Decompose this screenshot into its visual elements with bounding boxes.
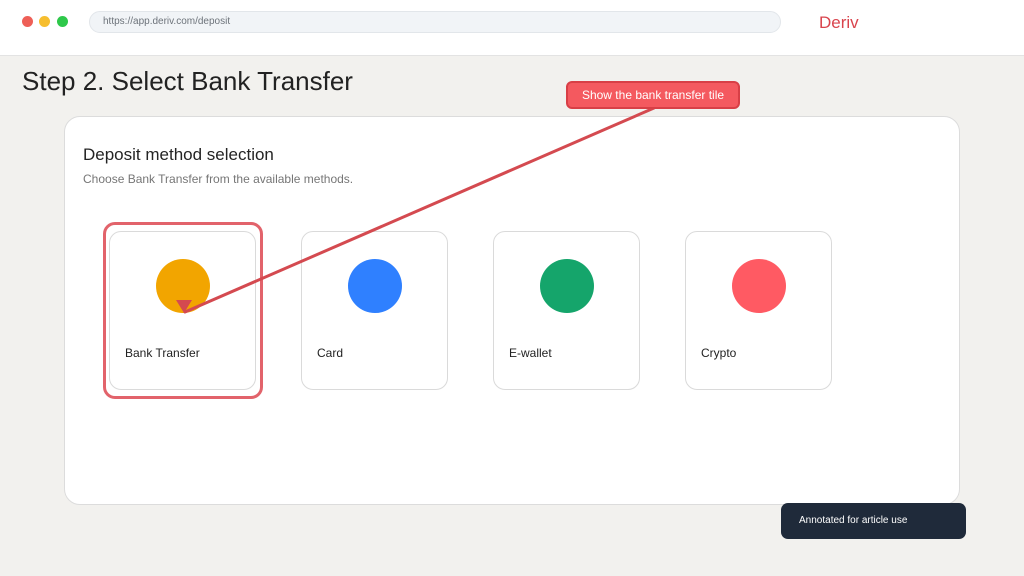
window-close-dot[interactable] bbox=[22, 16, 33, 27]
method-tile-bank-transfer[interactable]: Bank Transfer bbox=[109, 231, 256, 390]
method-label: Bank Transfer bbox=[125, 346, 200, 360]
window-maximize-dot[interactable] bbox=[57, 16, 68, 27]
panel-title: Deposit method selection bbox=[83, 145, 274, 164]
bank-transfer-icon bbox=[156, 259, 210, 313]
window-minimize-dot[interactable] bbox=[39, 16, 50, 27]
crypto-icon bbox=[732, 259, 786, 313]
method-tile-e-wallet[interactable]: E-wallet bbox=[493, 231, 640, 390]
method-label: Crypto bbox=[701, 346, 737, 360]
card-icon bbox=[348, 259, 402, 313]
step-title: Step 2. Select Bank Transfer bbox=[22, 66, 353, 96]
brand-logo: Deriv bbox=[819, 13, 859, 32]
panel-subtitle: Choose Bank Transfer from the available … bbox=[83, 172, 354, 186]
method-tile-card[interactable]: Card bbox=[301, 231, 448, 390]
annotation-callout: Show the bank transfer tile bbox=[566, 81, 740, 109]
browser-toolbar: https://app.deriv.com/deposit Deriv bbox=[0, 0, 1024, 56]
method-label: Card bbox=[317, 346, 344, 360]
address-bar[interactable]: https://app.deriv.com/deposit bbox=[89, 11, 781, 33]
e-wallet-icon bbox=[540, 259, 594, 313]
method-tile-crypto[interactable]: Crypto bbox=[685, 231, 832, 390]
annotation-note: Annotated for article use bbox=[781, 503, 966, 539]
method-label: E-wallet bbox=[509, 346, 552, 360]
